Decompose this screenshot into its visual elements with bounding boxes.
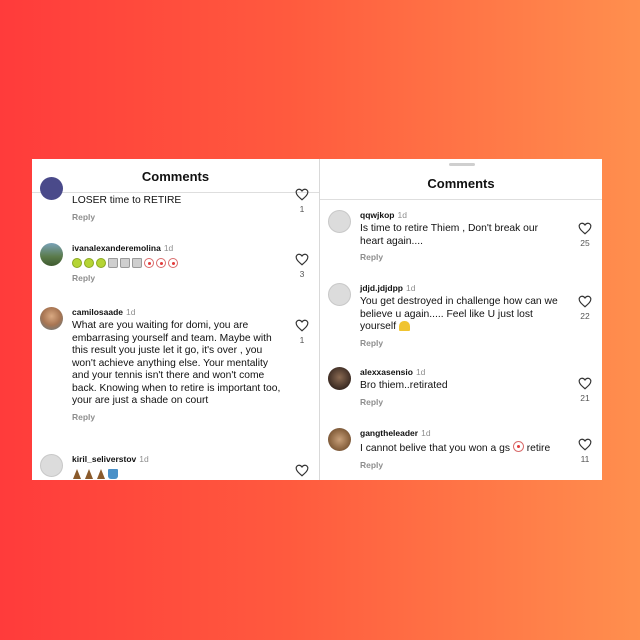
comments-panel-right: Comments qqwjkop 1d Is time to retire Thi…	[320, 159, 602, 480]
header-divider	[320, 199, 602, 200]
like-count: 11	[580, 454, 590, 464]
heart-icon[interactable]	[295, 253, 309, 266]
heart-icon[interactable]	[578, 438, 592, 451]
avatar[interactable]	[328, 428, 351, 451]
reply-button[interactable]: Reply	[360, 252, 564, 262]
avatar[interactable]	[40, 243, 63, 266]
comments-panel-left: Comments LOSER time to RETIRE Reply 1 iv…	[32, 159, 319, 480]
timestamp: 1d	[415, 367, 426, 377]
timestamp: 1d	[405, 283, 416, 293]
drag-handle[interactable]	[449, 163, 475, 166]
like-count: 1	[299, 335, 305, 345]
heart-icon[interactable]	[578, 377, 592, 390]
clown-face-icon	[168, 258, 178, 268]
username[interactable]: camilosaade	[72, 307, 123, 317]
trash-can-icon	[120, 258, 130, 268]
username[interactable]: jdjd.jdjdpp	[360, 283, 403, 293]
comments-title: Comments	[427, 176, 495, 191]
timestamp: 1d	[126, 307, 136, 317]
comment-text: Is time to retire Thiem , Don't break ou…	[360, 223, 539, 247]
heart-icon[interactable]	[295, 464, 309, 477]
timestamp: 1d	[421, 428, 431, 438]
username[interactable]: qqwjkop	[360, 210, 394, 220]
pile-of-poo-icon	[73, 469, 81, 479]
comment-item: camilosaade 1d What are you waiting for d…	[40, 307, 311, 447]
avatar[interactable]	[40, 454, 63, 477]
heart-icon[interactable]	[578, 222, 592, 235]
comment-item: kiril_seliverstov 1d	[40, 454, 311, 480]
reply-button[interactable]: Reply	[360, 460, 564, 470]
like-count: 3	[299, 269, 305, 279]
username[interactable]: kiril_seliverstov	[72, 454, 136, 464]
comments-title: Comments	[141, 169, 210, 184]
clown-face-icon	[512, 441, 524, 452]
username[interactable]: alexxasensio	[360, 367, 413, 377]
tennis-ball-icon	[84, 258, 94, 268]
comment-item: alexxasensio 1d Bro thiem..retirated Repl…	[328, 367, 594, 415]
heart-icon[interactable]	[295, 188, 309, 201]
trash-can-icon	[108, 258, 118, 268]
heart-icon[interactable]	[578, 295, 592, 308]
like-count: 21	[580, 393, 590, 403]
reply-button[interactable]: Reply	[360, 397, 564, 407]
avatar[interactable]	[40, 307, 63, 330]
avatar[interactable]	[40, 177, 63, 200]
pile-of-poo-icon	[97, 469, 105, 479]
comment-item: ivanalexanderemolina 1d Reply 3	[40, 243, 311, 288]
timestamp: 1d	[139, 454, 149, 464]
comment-text-after: retire	[526, 443, 551, 454]
comment-item: LOSER time to RETIRE Reply 1	[40, 177, 311, 237]
like-count: 22	[580, 311, 590, 321]
reply-button[interactable]: Reply	[360, 338, 564, 348]
reply-button[interactable]: Reply	[72, 273, 281, 283]
tennis-ball-icon	[96, 258, 106, 268]
comment-item: jdjd.jdjdpp 1d You get destroyed in chall…	[328, 283, 594, 353]
avatar[interactable]	[328, 367, 351, 390]
comment-text-before: I cannot belive that you won a gs	[360, 443, 510, 454]
reply-button[interactable]: Reply	[72, 212, 281, 222]
comment-item: gangtheleader 1d I cannot belive that you…	[328, 428, 594, 476]
comment-item: qqwjkop 1d Is time to retire Thiem , Don'…	[328, 210, 594, 270]
avatar[interactable]	[328, 283, 351, 306]
clown-face-icon	[156, 258, 166, 268]
comment-text: LOSER time to RETIRE	[72, 195, 182, 206]
comment-text: Bro thiem..retirated	[360, 380, 448, 391]
timestamp: 1d	[163, 243, 174, 253]
username[interactable]: gangtheleader	[360, 428, 418, 438]
emoji-row	[72, 257, 281, 269]
timestamp: 1d	[397, 210, 407, 220]
clown-face-icon	[144, 258, 154, 268]
tennis-ball-icon	[72, 258, 82, 268]
heart-icon[interactable]	[295, 319, 309, 332]
comment-text: You get destroyed in challenge how can w…	[360, 296, 558, 332]
avatar[interactable]	[328, 210, 351, 233]
username[interactable]: ivanalexanderemolina	[72, 243, 161, 253]
like-count: 25	[580, 238, 590, 248]
emoji-row	[72, 468, 281, 480]
construction-worker-icon	[399, 321, 411, 332]
cup-icon	[108, 469, 118, 479]
trash-can-icon	[132, 258, 142, 268]
pile-of-poo-icon	[85, 469, 93, 479]
like-count: 1	[299, 204, 305, 214]
comment-text: What are you waiting for domi, you are e…	[72, 320, 281, 406]
reply-button[interactable]: Reply	[72, 412, 281, 422]
